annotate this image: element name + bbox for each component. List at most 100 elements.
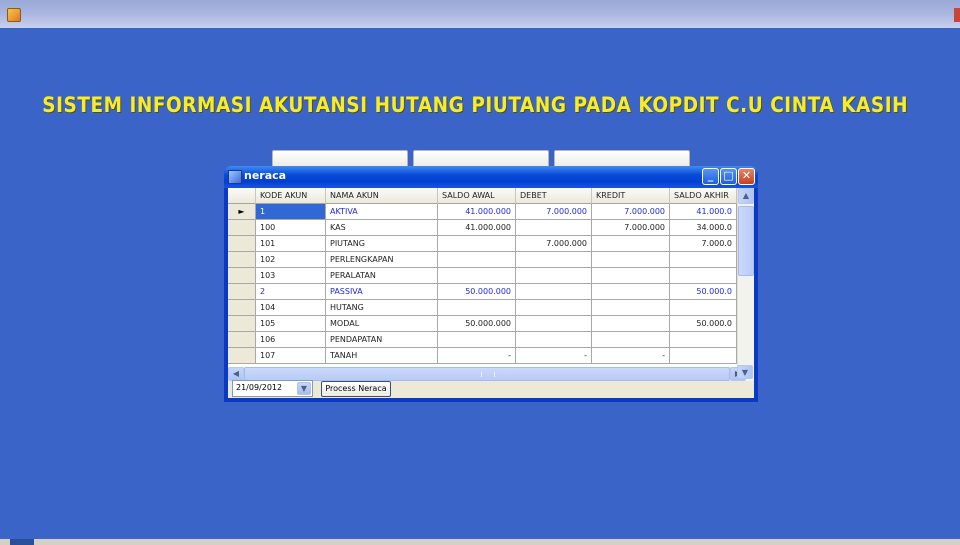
close-button[interactable]: ✕ xyxy=(738,168,755,185)
table-cell[interactable]: - xyxy=(438,348,516,364)
table-row[interactable]: 101 PIUTANG 7.000.000 7.000.0 xyxy=(228,236,754,252)
scroll-down-button[interactable]: ▼ xyxy=(737,365,753,379)
table-cell[interactable]: KAS xyxy=(326,220,438,236)
table-row[interactable]: 2 PASSIVA 50.000.000 50.000.0 xyxy=(228,284,754,300)
table-cell[interactable]: HUTANG xyxy=(326,300,438,316)
table-cell[interactable]: PENDAPATAN xyxy=(326,332,438,348)
table-cell[interactable]: - xyxy=(592,348,670,364)
table-cell[interactable] xyxy=(516,316,592,332)
row-header[interactable] xyxy=(228,284,256,300)
table-cell[interactable]: PERLENGKAPAN xyxy=(326,252,438,268)
table-cell[interactable] xyxy=(592,316,670,332)
row-header[interactable] xyxy=(228,252,256,268)
table-cell[interactable] xyxy=(438,252,516,268)
column-header[interactable]: SALDO AWAL xyxy=(438,188,516,204)
vertical-scroll-thumb[interactable] xyxy=(738,206,754,276)
table-cell[interactable]: 7.000.000 xyxy=(592,204,670,220)
maximize-button[interactable]: □ xyxy=(720,168,737,185)
table-cell[interactable] xyxy=(516,220,592,236)
column-header[interactable]: KODE AKUN xyxy=(256,188,326,204)
table-cell[interactable] xyxy=(670,252,737,268)
neraca-window-titlebar[interactable]: neraca _ □ ✕ xyxy=(224,166,758,188)
column-header[interactable]: NAMA AKUN xyxy=(326,188,438,204)
column-header[interactable]: KREDIT xyxy=(592,188,670,204)
table-cell[interactable]: PERALATAN xyxy=(326,268,438,284)
horizontal-scroll-thumb[interactable] xyxy=(244,367,730,381)
table-row[interactable]: ► 1 AKTIVA 41.000.000 7.000.000 7.000.00… xyxy=(228,204,754,220)
table-cell[interactable]: PASSIVA xyxy=(326,284,438,300)
table-cell[interactable]: 50.000.0 xyxy=(670,316,737,332)
table-cell[interactable] xyxy=(516,332,592,348)
table-cell[interactable] xyxy=(592,284,670,300)
app-close-icon[interactable] xyxy=(954,8,960,22)
table-cell[interactable]: 41.000.0 xyxy=(670,204,737,220)
date-dropdown-button[interactable]: ▼ xyxy=(297,382,311,395)
minimize-button[interactable]: _ xyxy=(702,168,719,185)
table-cell[interactable]: 7.000.000 xyxy=(592,220,670,236)
table-cell[interactable] xyxy=(438,236,516,252)
table-cell[interactable] xyxy=(438,268,516,284)
table-cell[interactable]: AKTIVA xyxy=(326,204,438,220)
column-header[interactable]: DEBET xyxy=(516,188,592,204)
scroll-up-button[interactable]: ▲ xyxy=(738,188,754,204)
table-cell[interactable] xyxy=(670,300,737,316)
table-cell[interactable] xyxy=(438,332,516,348)
table-cell[interactable]: 7.000.000 xyxy=(516,204,592,220)
table-cell[interactable]: 41.000.000 xyxy=(438,220,516,236)
column-header[interactable]: SALDO AKHIR xyxy=(670,188,737,204)
table-cell[interactable] xyxy=(592,268,670,284)
table-cell[interactable] xyxy=(670,348,737,364)
row-header[interactable] xyxy=(228,332,256,348)
table-cell[interactable] xyxy=(592,252,670,268)
table-cell[interactable]: 1 xyxy=(256,204,326,220)
table-row[interactable]: 104 HUTANG xyxy=(228,300,754,316)
table-cell[interactable]: 7.000.0 xyxy=(670,236,737,252)
table-cell[interactable]: 2 xyxy=(256,284,326,300)
row-header[interactable] xyxy=(228,300,256,316)
table-cell[interactable] xyxy=(592,332,670,348)
table-cell[interactable] xyxy=(516,300,592,316)
table-cell[interactable]: 103 xyxy=(256,268,326,284)
table-cell[interactable]: 106 xyxy=(256,332,326,348)
table-cell[interactable] xyxy=(516,268,592,284)
table-cell[interactable] xyxy=(670,268,737,284)
table-cell[interactable] xyxy=(516,252,592,268)
table-cell[interactable] xyxy=(592,236,670,252)
row-header[interactable] xyxy=(228,268,256,284)
row-header[interactable] xyxy=(228,236,256,252)
table-cell[interactable] xyxy=(670,332,737,348)
table-cell[interactable]: 50.000.0 xyxy=(670,284,737,300)
table-cell[interactable]: 7.000.000 xyxy=(516,236,592,252)
table-cell[interactable]: 100 xyxy=(256,220,326,236)
table-cell[interactable]: MODAL xyxy=(326,316,438,332)
row-header[interactable] xyxy=(228,316,256,332)
table-cell[interactable]: 102 xyxy=(256,252,326,268)
table-cell[interactable]: - xyxy=(516,348,592,364)
table-cell[interactable]: TANAH xyxy=(326,348,438,364)
table-cell[interactable]: PIUTANG xyxy=(326,236,438,252)
neraca-grid[interactable]: KODE AKUN NAMA AKUN SALDO AWAL DEBET KRE… xyxy=(228,188,754,367)
table-cell[interactable]: 107 xyxy=(256,348,326,364)
row-header[interactable] xyxy=(228,348,256,364)
table-cell[interactable]: 104 xyxy=(256,300,326,316)
table-cell[interactable] xyxy=(438,300,516,316)
table-cell[interactable] xyxy=(516,284,592,300)
date-picker[interactable]: 21/09/2012 ▼ xyxy=(232,380,313,397)
table-row[interactable]: 102 PERLENGKAPAN xyxy=(228,252,754,268)
table-row[interactable]: 100 KAS 41.000.000 7.000.000 34.000.0 xyxy=(228,220,754,236)
table-row[interactable]: 106 PENDAPATAN xyxy=(228,332,754,348)
scroll-left-button[interactable]: ◀ xyxy=(228,367,244,381)
table-cell[interactable]: 34.000.0 xyxy=(670,220,737,236)
table-cell[interactable]: 50.000.000 xyxy=(438,316,516,332)
table-cell[interactable] xyxy=(592,300,670,316)
table-row[interactable]: 103 PERALATAN xyxy=(228,268,754,284)
table-row[interactable]: 107 TANAH - - - xyxy=(228,348,754,364)
vertical-scrollbar[interactable]: ▲ xyxy=(737,188,754,367)
table-cell[interactable]: 101 xyxy=(256,236,326,252)
horizontal-scrollbar[interactable]: ◀ ▶ ▼ xyxy=(228,365,754,381)
table-cell[interactable]: 105 xyxy=(256,316,326,332)
table-cell[interactable]: 41.000.000 xyxy=(438,204,516,220)
table-cell[interactable]: 50.000.000 xyxy=(438,284,516,300)
table-row[interactable]: 105 MODAL 50.000.000 50.000.0 xyxy=(228,316,754,332)
process-neraca-button[interactable]: Process Neraca xyxy=(321,381,391,397)
